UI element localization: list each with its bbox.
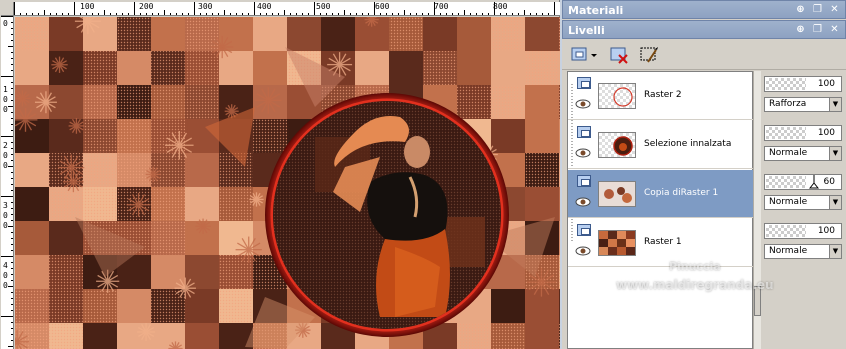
visibility-eye-icon[interactable]	[575, 148, 591, 158]
new-layer-icon[interactable]	[570, 44, 600, 66]
blend-mode-value: Rafforza	[769, 99, 807, 109]
layer-thumbnail	[598, 181, 636, 207]
blend-mode-select[interactable]: Normale ▼	[764, 146, 842, 161]
layers-toolbar	[562, 40, 846, 70]
blend-mode-value: Normale	[769, 148, 808, 158]
close-icon[interactable]: ✕	[828, 3, 841, 16]
visibility-eye-icon[interactable]	[575, 99, 591, 109]
close-icon[interactable]: ✕	[828, 23, 841, 36]
ruler-label: 0	[3, 221, 8, 230]
slider-handle-icon[interactable]	[809, 175, 819, 189]
ruler-label: 500	[316, 2, 331, 11]
opacity-value: 100	[817, 128, 835, 138]
ruler-label: 200	[139, 2, 154, 11]
layer-row-selected[interactable]: Copia diRaster 1	[568, 170, 753, 218]
chevron-down-icon[interactable]: ▼	[829, 196, 841, 209]
restore-icon[interactable]: ❐	[811, 3, 824, 16]
blend-mode-select[interactable]: Normale ▼	[764, 195, 842, 210]
delete-layer-icon[interactable]	[608, 44, 630, 66]
materials-title-label: Materiali	[568, 4, 624, 17]
visibility-eye-icon[interactable]	[575, 246, 591, 256]
layers-list: Raster 2 Selezione innalzata Copia diRas…	[567, 71, 753, 349]
edit-selection-icon[interactable]	[638, 44, 660, 66]
opacity-slider[interactable]: 60	[764, 174, 842, 190]
ruler-label: 300	[198, 2, 213, 11]
layers-title-label: Livelli	[568, 24, 605, 37]
pin-icon[interactable]: ⊕	[794, 23, 807, 36]
ruler-label: 3	[3, 201, 8, 210]
pin-icon[interactable]: ⊕	[794, 3, 807, 16]
opacity-value: 60	[823, 177, 835, 187]
materials-panel-title[interactable]: Materiali ⊕ ❐ ✕	[562, 0, 846, 19]
blend-mode-select[interactable]: Normale ▼	[764, 244, 842, 259]
ruler-label: 700	[434, 2, 449, 11]
ruler-label: 0	[3, 105, 8, 114]
restore-icon[interactable]: ❐	[811, 23, 824, 36]
chevron-down-icon[interactable]: ▼	[829, 147, 841, 160]
ruler-label: 0	[3, 281, 8, 290]
layer-name: Selezione innalzata	[644, 139, 732, 149]
layer-type-icon	[577, 224, 591, 236]
layer-type-icon	[577, 77, 591, 89]
opacity-slider[interactable]: 100	[764, 223, 842, 239]
ruler-corner	[1, 2, 14, 16]
ruler-label: 0	[3, 211, 8, 220]
layer-row[interactable]: Raster 2	[568, 72, 753, 120]
layer-name: Raster 2	[644, 90, 682, 100]
layer-thumbnail	[598, 132, 636, 158]
ruler-label: 2	[3, 141, 8, 150]
ruler-label: 400	[257, 2, 272, 11]
ruler-label: 100	[80, 2, 95, 11]
psp-workspace: 100 200 300 400 500 600 700 800 0 1 0 0 …	[0, 0, 846, 349]
layer-type-icon	[577, 175, 591, 187]
ruler-label: 4	[3, 261, 8, 270]
ruler-label: 1	[3, 85, 8, 94]
layer-name: Raster 1	[644, 237, 682, 247]
blend-mode-value: Normale	[769, 197, 808, 207]
opacity-slider[interactable]: 100	[764, 125, 842, 141]
layer-name: Copia diRaster 1	[644, 188, 719, 198]
opacity-slider[interactable]: 100	[764, 76, 842, 92]
ruler-label: 600	[375, 2, 390, 11]
opacity-value: 100	[817, 79, 835, 89]
ruler-label: 0	[3, 95, 8, 104]
blend-mode-select[interactable]: Rafforza ▼	[764, 97, 842, 112]
canvas-area: 100 200 300 400 500 600 700 800 0 1 0 0 …	[0, 0, 560, 349]
vertical-ruler: 0 1 0 0 2 0 0 3 0 0 4 0 0	[1, 16, 14, 349]
ruler-label: 0	[3, 161, 8, 170]
scrollbar-thumb[interactable]	[754, 286, 761, 316]
layers-scrollbar[interactable]	[753, 71, 761, 349]
ruler-label: 0	[3, 271, 8, 280]
layer-properties: 100 Rafforza ▼ 100 Normale ▼ 60 Normale ▼ 1…	[762, 71, 846, 349]
layer-row[interactable]: Raster 1	[568, 219, 753, 267]
chevron-down-icon[interactable]: ▼	[829, 98, 841, 111]
right-panel: Materiali ⊕ ❐ ✕ Livelli ⊕ ❐ ✕ Raster 2 S…	[562, 0, 846, 349]
ruler-label: 0	[3, 19, 8, 28]
layer-thumbnail	[598, 230, 636, 256]
layers-panel-title[interactable]: Livelli ⊕ ❐ ✕	[562, 20, 846, 39]
visibility-eye-icon[interactable]	[575, 197, 591, 207]
ruler-label: 800	[493, 2, 508, 11]
layer-thumbnail	[598, 83, 636, 109]
opacity-value: 100	[817, 226, 835, 236]
horizontal-ruler: 100 200 300 400 500 600 700 800	[14, 2, 560, 16]
blend-mode-value: Normale	[769, 246, 808, 256]
chevron-down-icon[interactable]: ▼	[829, 245, 841, 258]
ruler-label: 0	[3, 151, 8, 160]
image-canvas[interactable]	[15, 17, 560, 349]
layer-row[interactable]: Selezione innalzata	[568, 121, 753, 169]
layer-type-icon	[577, 126, 591, 138]
